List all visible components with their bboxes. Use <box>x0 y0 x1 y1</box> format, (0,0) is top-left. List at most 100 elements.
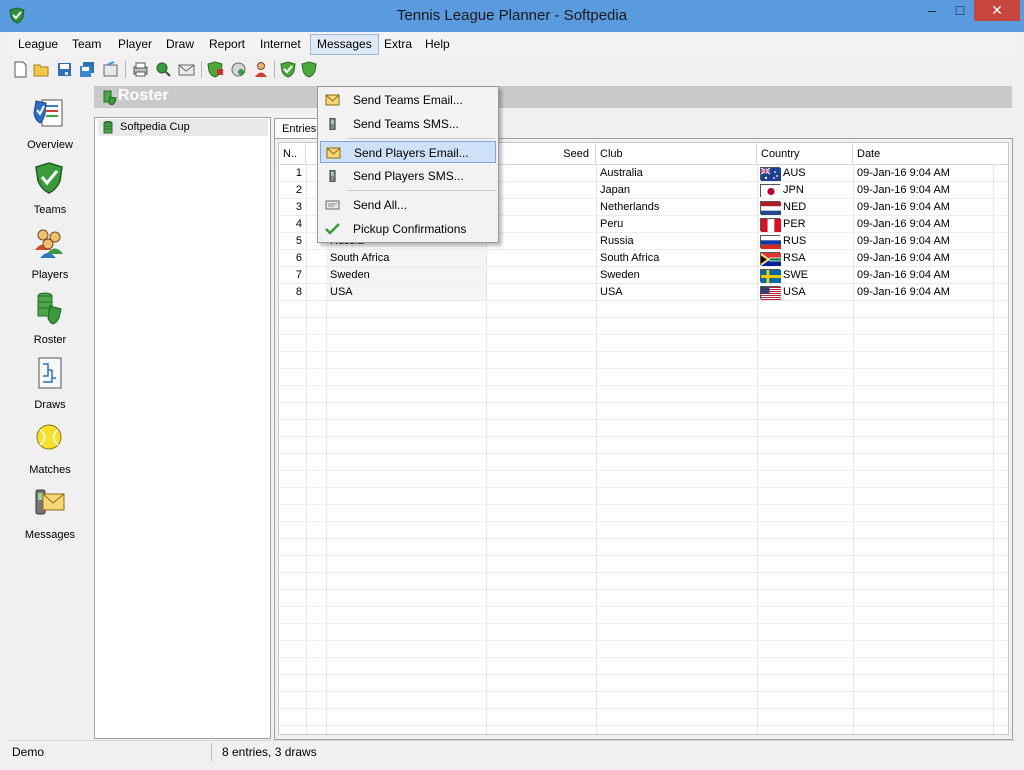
ball-tool-icon[interactable] <box>230 61 247 78</box>
menu-league[interactable]: League <box>12 34 64 55</box>
menuitem-send-players-sms[interactable]: Send Players SMS... <box>320 165 496 187</box>
maximize-button[interactable]: □ <box>946 0 974 21</box>
menu-messages[interactable]: Messages <box>310 34 379 55</box>
menu-bar: League Team Player Draw Report Internet … <box>8 32 1016 56</box>
flag-icon <box>760 269 781 283</box>
grid-line <box>279 470 1008 471</box>
column-header-seed[interactable]: Seed <box>486 143 596 165</box>
close-button[interactable]: ✕ <box>974 0 1020 21</box>
flag-icon <box>760 252 781 266</box>
cell-country: SWE <box>757 267 853 284</box>
nav-roster[interactable]: Roster <box>8 291 92 353</box>
app-frame: League Team Player Draw Report Internet … <box>8 32 1016 762</box>
flag-icon <box>760 235 781 249</box>
menu-draw[interactable]: Draw <box>160 34 200 55</box>
menuitem-send-teams-email[interactable]: Send Teams Email... <box>320 89 496 111</box>
status-mode: Demo <box>12 745 45 759</box>
column-header-number[interactable]: N.. <box>279 143 306 165</box>
checkmark-icon <box>325 223 340 235</box>
column-header-date[interactable]: Date <box>853 143 993 165</box>
nav-matches[interactable]: Matches <box>8 421 92 483</box>
grid-line <box>279 436 1008 437</box>
window-title: Tennis League Planner - Softpedia <box>396 7 628 24</box>
grid-line <box>279 623 1008 624</box>
cell-club: Peru <box>600 218 624 230</box>
section-header: Roster <box>94 86 1012 108</box>
save-icon[interactable] <box>56 61 73 78</box>
properties-icon[interactable] <box>102 61 119 78</box>
cell-number: 5 <box>295 235 302 247</box>
flag-icon <box>760 218 781 232</box>
menu-team[interactable]: Team <box>66 34 107 55</box>
preview-icon[interactable] <box>155 61 172 78</box>
status-summary: 8 entries, 3 draws <box>222 745 317 759</box>
nav-overview[interactable]: Overview <box>8 96 92 158</box>
grid-line <box>279 334 1008 335</box>
menuitem-send-all[interactable]: Send All... <box>320 194 496 216</box>
messages-icon <box>35 489 65 515</box>
confirm-tool-icon[interactable] <box>280 61 297 78</box>
tab-label: Entries <box>282 123 317 135</box>
open-folder-icon[interactable] <box>33 61 50 78</box>
table-row[interactable]: 8 USA USA USA 09-Jan-16 9:04 AM <box>279 284 1008 301</box>
phone-icon <box>329 118 336 130</box>
teams-shield-icon <box>35 162 63 194</box>
country-code: SWE <box>783 269 809 281</box>
column-header-club[interactable]: Club <box>596 143 757 165</box>
menu-player[interactable]: Player <box>112 34 158 55</box>
grid-line <box>279 691 1008 692</box>
grid-line <box>279 504 1008 505</box>
cell-club: South Africa <box>600 252 660 264</box>
nav-players[interactable]: Players <box>8 226 92 288</box>
tree-item-softpedia-cup[interactable]: Softpedia Cup <box>98 119 268 136</box>
column-header-country[interactable]: Country <box>757 143 853 165</box>
email-icon[interactable] <box>178 61 195 78</box>
menu-report[interactable]: Report <box>203 34 251 55</box>
grid-line <box>279 300 1008 301</box>
table-row[interactable]: 7 Sweden Sweden SWE 09-Jan-16 9:04 AM <box>279 267 1008 284</box>
nav-label: Players <box>31 269 69 281</box>
nav-label: Draws <box>34 399 66 411</box>
nav-draws[interactable]: Draws <box>8 356 92 418</box>
print-icon[interactable] <box>132 61 149 78</box>
cell-date: 09-Jan-16 9:04 AM <box>857 201 950 213</box>
cell-number: 6 <box>295 252 302 264</box>
save-all-icon[interactable] <box>79 61 96 78</box>
cell-number: 3 <box>295 201 302 213</box>
send-all-icon <box>325 200 340 210</box>
cell-name: USA <box>326 284 486 301</box>
menu-internet[interactable]: Internet <box>254 34 307 55</box>
menuitem-pickup-confirmations[interactable]: Pickup Confirmations <box>320 218 496 240</box>
cell-country: RSA <box>757 250 853 267</box>
menuitem-send-players-email[interactable]: Send Players Email... <box>320 141 496 163</box>
new-file-icon[interactable] <box>12 61 29 78</box>
menuitem-send-teams-sms[interactable]: Send Teams SMS... <box>320 113 496 135</box>
menu-extra[interactable]: Extra <box>378 34 418 55</box>
nav-messages[interactable]: Messages <box>8 486 92 548</box>
grid-line <box>279 538 1008 539</box>
cell-club: Russia <box>600 235 634 247</box>
toolbar <box>8 56 1016 82</box>
status-separator <box>211 743 212 761</box>
envelope-icon <box>326 147 341 159</box>
cell-number: 2 <box>295 184 302 196</box>
minimize-button[interactable]: – <box>918 0 946 21</box>
cell-country: USA <box>757 284 853 301</box>
phone-icon <box>329 170 336 182</box>
shield-tool-icon[interactable] <box>301 61 318 78</box>
cell-club: Japan <box>600 184 630 196</box>
nav-teams[interactable]: Teams <box>8 161 92 223</box>
cell-country: NED <box>757 199 853 216</box>
table-row[interactable]: 6 South Africa South Africa RSA 09-Jan-16 9:… <box>279 250 1008 267</box>
menuitem-label: Send Teams SMS... <box>353 117 459 131</box>
cell-date: 09-Jan-16 9:04 AM <box>857 184 950 196</box>
grid-line <box>279 674 1008 675</box>
cell-number: 1 <box>295 167 302 179</box>
nav-label: Roster <box>33 334 67 346</box>
cell-date: 09-Jan-16 9:04 AM <box>857 252 950 264</box>
team-tool-icon[interactable] <box>207 61 224 78</box>
menu-help[interactable]: Help <box>419 34 456 55</box>
player-tool-icon[interactable] <box>253 61 270 78</box>
grid-line <box>279 385 1008 386</box>
cell-number: 4 <box>295 218 302 230</box>
